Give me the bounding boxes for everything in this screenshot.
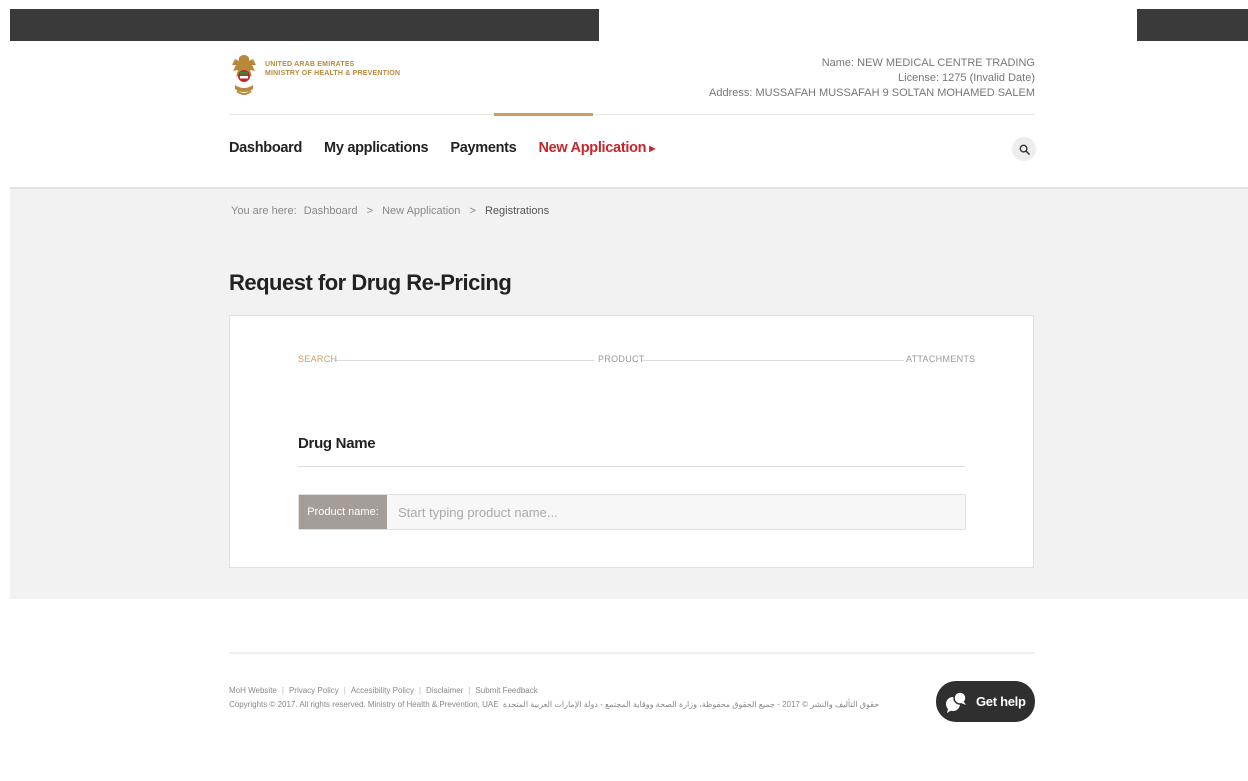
main-nav: Dashboard My applications Payments New A…: [229, 140, 677, 156]
ministry-logo[interactable]: UNITED ARAB EMIRATES MINISTRY OF HEALTH …: [229, 51, 400, 101]
nav-new-application-label: New Application: [538, 140, 647, 156]
product-name-input[interactable]: [387, 495, 965, 529]
footer-link-submit-feedback[interactable]: Submit Feedback: [475, 686, 537, 695]
step-attachments[interactable]: ATTACHMENTS: [906, 354, 975, 364]
step-connector: [642, 360, 904, 361]
get-help-button[interactable]: Get help: [936, 681, 1035, 722]
uae-emblem-icon: [232, 55, 256, 95]
footer-link-disclaimer[interactable]: Disclaimer: [426, 686, 463, 695]
copyright-ar: حقوق التأليف والنشر © 2017 - جميع الحقوق…: [502, 700, 880, 709]
product-name-label: Product name:: [299, 495, 387, 529]
breadcrumb-new-application[interactable]: New Application: [382, 205, 460, 217]
footer-divider: [229, 652, 1035, 654]
account-name: Name: NEW MEDICAL CENTRE TRADING: [821, 57, 1035, 69]
header-divider: [229, 114, 1035, 115]
footer-link-moh-website[interactable]: MoH Website: [229, 686, 277, 695]
search-icon: [1019, 144, 1030, 155]
nav-my-applications[interactable]: My applications: [324, 140, 429, 156]
product-name-field: Product name:: [298, 494, 966, 530]
footer-links: MoH Website | Privacy Policy | Accesibility …: [229, 686, 538, 695]
chat-bubble-icon: [946, 690, 967, 713]
breadcrumb-dashboard[interactable]: Dashboard: [304, 205, 358, 217]
account-info: Name: NEW MEDICAL CENTRE TRADING License…: [709, 56, 1035, 101]
caret-right-icon: ▶: [649, 143, 656, 153]
account-address: Address: MUSSAFAH MUSSAFAH 9 SOLTAN MOHA…: [709, 87, 1035, 99]
form-card: SEARCH PRODUCT ATTACHMENTS Drug Name Pro…: [229, 315, 1034, 568]
active-nav-indicator: [494, 113, 593, 116]
nav-new-application[interactable]: New Application ▶: [538, 140, 655, 156]
step-product[interactable]: PRODUCT: [598, 354, 645, 364]
get-help-label: Get help: [976, 694, 1026, 709]
account-license: License: 1275 (Invalid Date): [898, 72, 1035, 84]
top-bar-left: [10, 9, 599, 41]
section-divider: [298, 466, 965, 467]
breadcrumb-registrations: Registrations: [484, 205, 550, 217]
logo-line-1: UNITED ARAB EMIRATES: [265, 61, 355, 68]
copyright-en: Copyrights © 2017. All rights reserved. …: [229, 700, 499, 709]
footer-copyright: Copyrights © 2017. All rights reserved. …: [229, 700, 879, 709]
footer-link-privacy-policy[interactable]: Privacy Policy: [289, 686, 339, 695]
step-connector: [334, 360, 594, 361]
section-title: Drug Name: [298, 435, 376, 452]
top-bar-right: [1137, 9, 1248, 41]
search-button[interactable]: [1012, 137, 1036, 161]
breadcrumb-separator: >: [366, 205, 374, 217]
breadcrumb: You are here: Dashboard > New Applicatio…: [231, 205, 549, 217]
nav-payments[interactable]: Payments: [450, 140, 516, 156]
footer-link-accessibility-policy[interactable]: Accesibility Policy: [351, 686, 414, 695]
step-search[interactable]: SEARCH: [298, 354, 337, 364]
breadcrumb-separator: >: [469, 205, 476, 217]
breadcrumb-prefix: You are here:: [231, 205, 297, 217]
logo-line-2: MINISTRY OF HEALTH & PREVENTION: [265, 70, 401, 77]
page-title: Request for Drug Re-Pricing: [229, 270, 512, 295]
nav-dashboard[interactable]: Dashboard: [229, 140, 302, 156]
